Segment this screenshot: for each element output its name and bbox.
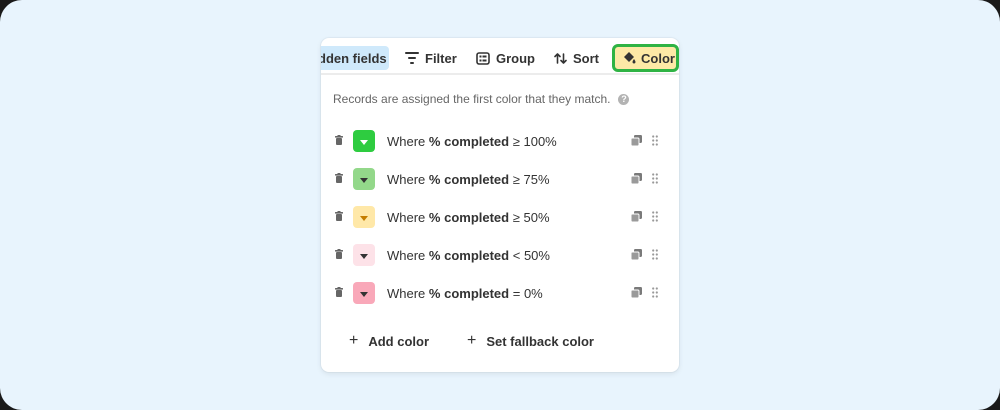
color-panel: dden fields Filter Group Sort Color Reco… (321, 38, 679, 372)
duplicate-icon[interactable] (631, 249, 642, 260)
paint-bucket-icon (624, 52, 636, 64)
drag-handle-icon[interactable] (652, 135, 658, 146)
color-rule-row: Where % completed ≥ 100% (321, 127, 679, 155)
hidden-fields-button[interactable]: dden fields (321, 46, 389, 70)
fallback-label: Set fallback color (486, 333, 594, 349)
filter-label: Filter (425, 50, 457, 66)
color-swatch-dropdown[interactable] (353, 206, 375, 228)
group-button[interactable]: Group (476, 46, 535, 70)
rule-prefix: Where (387, 210, 426, 225)
plus-icon: + (467, 332, 477, 349)
trash-icon[interactable] (335, 287, 343, 297)
plus-icon: + (349, 332, 359, 349)
set-fallback-color-button[interactable]: + Set fallback color (467, 332, 594, 350)
rule-condition[interactable]: Where % completed ≥ 100% (387, 134, 557, 149)
chevron-down-icon (360, 177, 368, 183)
help-icon[interactable]: ? (618, 93, 630, 105)
sort-icon (554, 52, 567, 64)
rule-prefix: Where (387, 248, 426, 263)
rule-prefix: Where (387, 134, 426, 149)
color-rule-row: Where % completed ≥ 75% (321, 165, 679, 193)
duplicate-icon[interactable] (631, 287, 642, 298)
trash-icon[interactable] (335, 249, 343, 259)
duplicate-icon[interactable] (631, 135, 642, 146)
rule-prefix: Where (387, 172, 426, 187)
rule-condition[interactable]: Where % completed = 0% (387, 286, 543, 301)
add-color-label: Add color (368, 333, 430, 349)
chevron-down-icon (360, 291, 368, 297)
color-rule-row: Where % completed ≥ 50% (321, 203, 679, 231)
trash-icon[interactable] (335, 173, 343, 183)
chevron-down-icon (360, 253, 368, 259)
rule-prefix: Where (387, 286, 426, 301)
color-label: Color (641, 50, 675, 66)
filter-icon (405, 52, 419, 64)
hidden-fields-label: dden fields (321, 50, 387, 66)
trash-icon[interactable] (335, 135, 343, 145)
color-swatch-dropdown[interactable] (353, 168, 375, 190)
color-hint: Records are assigned the first color tha… (333, 92, 630, 106)
color-swatch-dropdown[interactable] (353, 282, 375, 304)
rule-field: % completed (428, 172, 510, 187)
color-rule-row: Where % completed = 0% (321, 279, 679, 307)
color-swatch-dropdown[interactable] (353, 130, 375, 152)
rule-value: ≥ 75% (512, 172, 550, 187)
rule-condition[interactable]: Where % completed < 50% (387, 248, 550, 263)
drag-handle-icon[interactable] (652, 211, 658, 222)
sort-button[interactable]: Sort (554, 46, 599, 70)
color-swatch-dropdown[interactable] (353, 244, 375, 266)
add-color-button[interactable]: + Add color (349, 332, 429, 350)
rule-field: % completed (428, 134, 510, 149)
drag-handle-icon[interactable] (652, 287, 658, 298)
drag-handle-icon[interactable] (652, 249, 658, 260)
rule-condition[interactable]: Where % completed ≥ 50% (387, 210, 550, 225)
chevron-down-icon (360, 139, 368, 145)
hint-text: Records are assigned the first color tha… (333, 92, 611, 106)
filter-button[interactable]: Filter (405, 46, 457, 70)
sort-label: Sort (573, 50, 599, 66)
duplicate-icon[interactable] (631, 211, 642, 222)
group-label: Group (496, 50, 535, 66)
rule-field: % completed (428, 248, 510, 263)
chevron-down-icon (360, 215, 368, 221)
rule-value: ≥ 100% (512, 134, 557, 149)
rule-value: < 50% (512, 248, 550, 263)
group-icon (476, 51, 490, 65)
view-toolbar: dden fields Filter Group Sort Color (321, 38, 679, 75)
rule-field: % completed (428, 210, 510, 225)
rule-value: ≥ 50% (512, 210, 550, 225)
rule-condition[interactable]: Where % completed ≥ 75% (387, 172, 550, 187)
drag-handle-icon[interactable] (652, 173, 658, 184)
color-button[interactable]: Color (612, 44, 679, 72)
duplicate-icon[interactable] (631, 173, 642, 184)
color-rule-row: Where % completed < 50% (321, 241, 679, 269)
rule-field: % completed (428, 286, 510, 301)
trash-icon[interactable] (335, 211, 343, 221)
canvas: dden fields Filter Group Sort Color Reco… (0, 0, 1000, 410)
rule-value: = 0% (512, 286, 543, 301)
